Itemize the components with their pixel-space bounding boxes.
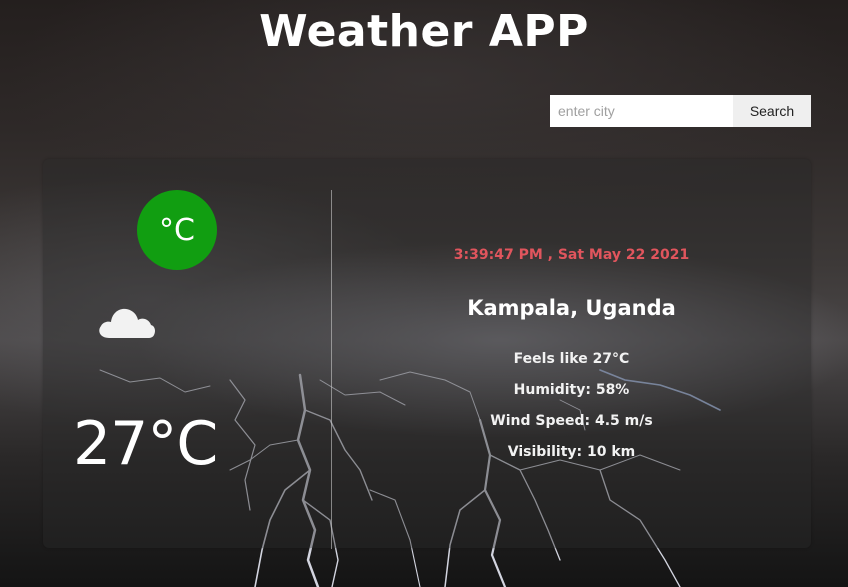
search-button[interactable]: Search [733, 95, 811, 127]
weather-details-panel: 3:39:47 PM , Sat May 22 2021 Kampala, Ug… [332, 159, 811, 548]
humidity-text: Humidity: 58% [513, 382, 630, 398]
unit-toggle-button[interactable]: °C [137, 190, 217, 270]
visibility-text: Visibility: 10 km [507, 444, 636, 460]
city-search-input[interactable] [550, 95, 733, 127]
app-title: Weather APP [259, 6, 589, 57]
wind-speed-text: Wind Speed: 4.5 m/s [490, 413, 653, 429]
cloud-icon [99, 308, 155, 338]
feels-like-text: Feels like 27°C [513, 351, 630, 367]
weather-card: °C 27°C 3:39:47 PM , Sat May 22 2021 Kam… [43, 159, 811, 549]
search-bar: Search [550, 95, 811, 127]
location-name: Kampala, Uganda [467, 296, 676, 320]
current-temperature: 27°C [73, 409, 218, 479]
current-datetime: 3:39:47 PM , Sat May 22 2021 [453, 247, 690, 263]
